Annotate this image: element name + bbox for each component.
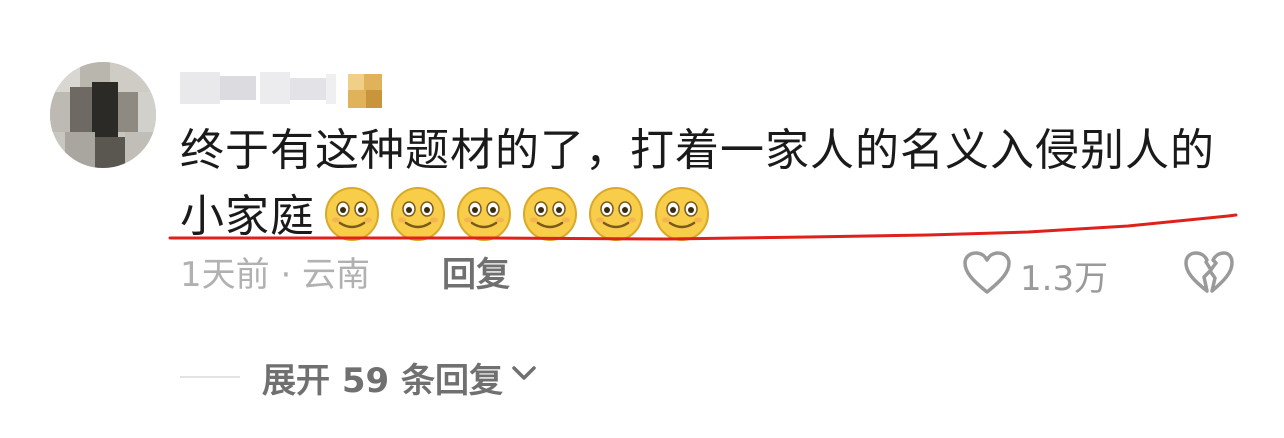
emoji-row — [315, 187, 711, 242]
chevron-down-icon — [503, 357, 539, 397]
comment-text: 终于有这种题材的了，打着一家人的名义入侵别人的 小家庭 — [180, 118, 1250, 250]
like-button[interactable]: 1.3万 — [962, 250, 1108, 300]
smiling-face-emoji — [391, 187, 445, 241]
comment-line-2: 小家庭 — [180, 184, 1250, 250]
comment-line-1: 终于有这种题材的了，打着一家人的名义入侵别人的 — [180, 125, 1215, 176]
smiling-face-emoji — [523, 187, 577, 241]
smiling-face-emoji — [457, 187, 511, 241]
expand-replies-button[interactable]: 展开 59 条回复 — [262, 353, 539, 402]
broken-heart-icon — [1184, 250, 1234, 300]
expand-replies-label: 展开 59 条回复 — [262, 360, 503, 401]
reply-button[interactable]: 回复 — [442, 250, 510, 300]
comment-line-2-text: 小家庭 — [180, 191, 315, 242]
smiling-face-emoji — [325, 187, 379, 241]
like-count: 1.3万 — [1020, 258, 1109, 299]
smiling-face-emoji — [655, 187, 709, 241]
username-blurred[interactable] — [180, 68, 400, 108]
heart-icon — [962, 250, 1012, 300]
smiling-face-emoji — [589, 187, 643, 241]
expand-replies: 展开 59 条回复 — [180, 352, 539, 402]
divider-line — [180, 376, 240, 378]
time-location: 1天前 · 云南 — [180, 255, 371, 295]
avatar[interactable] — [50, 62, 156, 168]
dislike-button[interactable] — [1184, 250, 1234, 300]
